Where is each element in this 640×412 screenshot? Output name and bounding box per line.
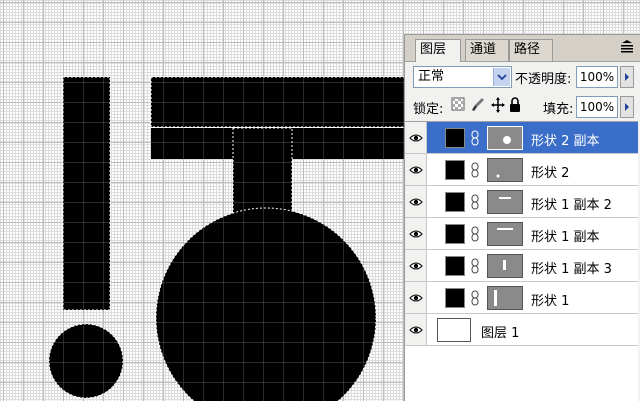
layer-list: 形状 2 副本 形状 2 形状 1 副本 2 形状 1 副本 形状 1 副本 3… (405, 121, 638, 412)
tab-channels[interactable]: 通道 (465, 39, 509, 61)
vector-mask-thumbnail[interactable] (487, 286, 523, 310)
layer-row[interactable]: 形状 1 副本 (405, 218, 638, 250)
tab-layers-label: 图层 (420, 42, 447, 57)
layer-row[interactable]: 形状 1 副本 2 (405, 186, 638, 218)
vector-mask-thumbnail[interactable] (487, 222, 523, 246)
layer-row[interactable]: 形状 1 (405, 282, 638, 314)
tab-channels-label: 通道 (470, 42, 497, 57)
panel-menu-icon[interactable] (620, 39, 634, 55)
layer-row[interactable]: 形状 2 副本 (405, 122, 638, 154)
link-icon[interactable] (471, 130, 481, 146)
tab-layers[interactable]: 图层× (415, 39, 461, 76)
layer-thumbnail[interactable] (437, 318, 471, 342)
eye-icon[interactable] (405, 186, 427, 217)
eye-icon[interactable] (405, 314, 427, 345)
opacity-slider-arrow-icon[interactable] (620, 66, 634, 88)
shape-middle-bar-left[interactable] (151, 128, 233, 159)
eye-icon[interactable] (405, 122, 427, 153)
move-icon[interactable] (491, 97, 505, 113)
layer-name[interactable]: 形状 1 副本 2 (531, 194, 612, 213)
blend-mode-value: 正常 (418, 69, 445, 84)
tab-paths[interactable]: 路径 (509, 39, 553, 61)
panel-tab-strip: 图层× 通道 路径 (405, 35, 640, 76)
eye-icon[interactable] (405, 154, 427, 185)
layer-name[interactable]: 形状 1 (531, 290, 569, 309)
fill-color-thumbnail[interactable] (445, 192, 465, 212)
shape-large-circle[interactable] (155, 207, 377, 401)
link-icon[interactable] (471, 226, 481, 242)
fill-color-thumbnail[interactable] (445, 256, 465, 276)
fill-color-thumbnail[interactable] (445, 128, 465, 148)
opacity-label: 不透明度: (515, 72, 572, 87)
brush-icon[interactable] (471, 97, 485, 113)
shape-exclamation-bar[interactable] (62, 76, 111, 311)
lock-icon[interactable] (509, 97, 523, 113)
layers-panel: 图层× 通道 路径 正常 不透明度: 100% 锁定: (404, 34, 640, 412)
layer-name[interactable]: 形状 2 副本 (531, 130, 600, 149)
eye-icon[interactable] (405, 282, 427, 313)
fill-slider-arrow-icon[interactable] (620, 96, 634, 118)
lock-transparent-icon[interactable] (451, 97, 465, 113)
tab-paths-label: 路径 (514, 42, 541, 57)
vector-mask-thumbnail[interactable] (487, 190, 523, 214)
eye-icon[interactable] (405, 218, 427, 249)
layer-name[interactable]: 图层 1 (481, 322, 519, 341)
vector-mask-thumbnail[interactable] (487, 254, 523, 278)
layer-row[interactable]: 图层 1 (405, 314, 638, 346)
fill-color-thumbnail[interactable] (445, 224, 465, 244)
lock-label: 锁定: (413, 102, 444, 117)
opacity-input[interactable]: 100% (576, 66, 618, 88)
link-icon[interactable] (471, 258, 481, 274)
vector-mask-thumbnail[interactable] (487, 126, 523, 150)
vector-mask-thumbnail[interactable] (487, 158, 523, 182)
eye-icon[interactable] (405, 250, 427, 281)
fill-color-thumbnail[interactable] (445, 288, 465, 308)
link-icon[interactable] (471, 162, 481, 178)
layer-row[interactable]: 形状 2 (405, 154, 638, 186)
layer-name[interactable]: 形状 2 (531, 162, 569, 181)
shape-top-bar[interactable] (150, 76, 407, 128)
fill-label: 填充: (543, 102, 574, 117)
link-icon[interactable] (471, 194, 481, 210)
shape-middle-bar-right[interactable] (292, 128, 406, 159)
layer-name[interactable]: 形状 1 副本 (531, 226, 600, 245)
layer-name[interactable]: 形状 1 副本 3 (531, 258, 612, 277)
chevron-down-icon[interactable] (493, 68, 510, 86)
fill-color-thumbnail[interactable] (445, 160, 465, 180)
link-icon[interactable] (471, 290, 481, 306)
layer-row[interactable]: 形状 1 副本 3 (405, 250, 638, 282)
shape-small-circle[interactable] (48, 323, 124, 399)
fill-input[interactable]: 100% (576, 96, 618, 118)
blend-mode-select[interactable]: 正常 (413, 66, 512, 88)
